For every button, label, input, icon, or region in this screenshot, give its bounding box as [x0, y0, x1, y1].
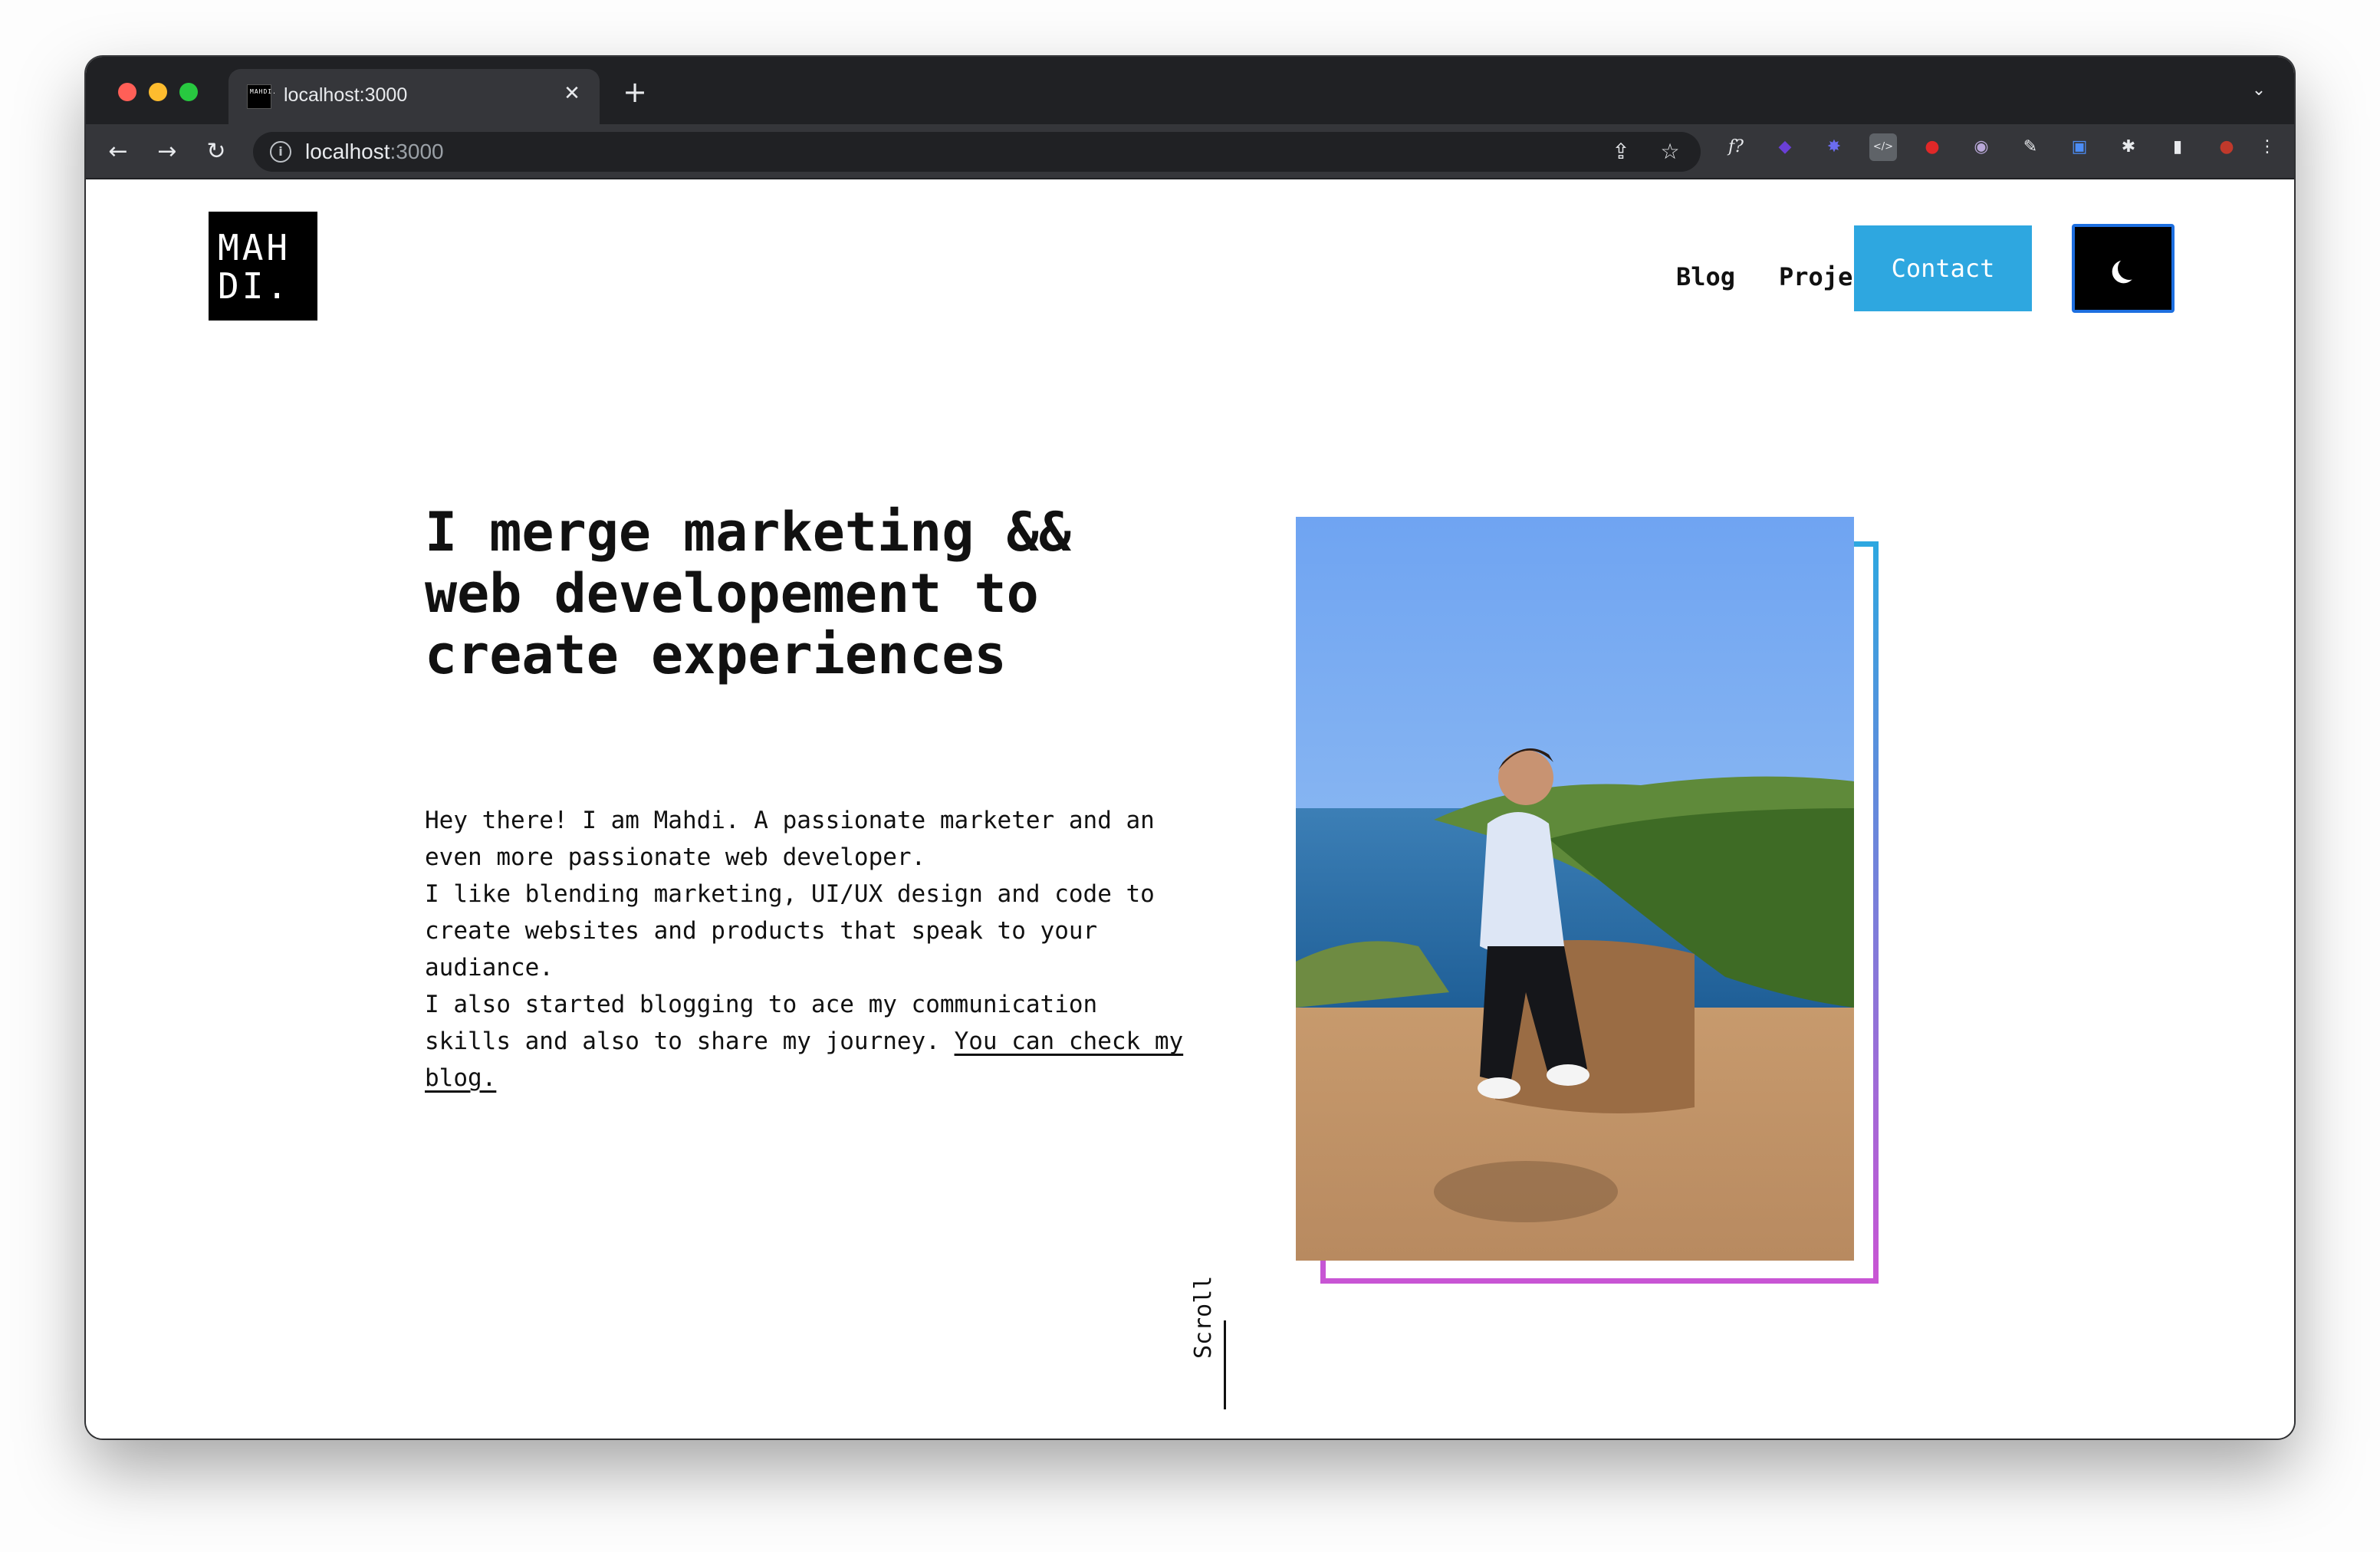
nav-blog-link[interactable]: Blog — [1676, 262, 1735, 291]
tab-search-icon[interactable]: ⌄ — [2245, 77, 2273, 104]
hero-title: I merge marketing && web developement to… — [425, 501, 1071, 686]
reload-button[interactable]: ↻ — [199, 135, 233, 169]
back-button[interactable]: ← — [101, 135, 135, 169]
eyedropper-icon[interactable]: ✎ — [2017, 133, 2044, 161]
browser-window: MAHDI. localhost:3000 ✕ + ⌄ ← → ↻ i loca… — [86, 57, 2294, 1439]
kebab-menu-icon[interactable]: ⋮ — [2256, 133, 2279, 161]
circle-ext-icon[interactable]: ◉ — [1967, 133, 1995, 161]
new-tab-button[interactable]: + — [618, 75, 652, 109]
profile-photo — [1296, 517, 1854, 1261]
forward-button[interactable]: → — [150, 135, 184, 169]
favicon-icon: MAHDI. — [247, 84, 276, 109]
site-info-icon[interactable]: i — [270, 141, 291, 163]
scroll-line — [1224, 1320, 1226, 1409]
hero-intro: Hey there! I am Mahdi. A passionate mark… — [425, 802, 1192, 1097]
tab-strip: MAHDI. localhost:3000 ✕ + ⌄ — [86, 57, 2294, 124]
red-ext-icon[interactable]: ● — [1918, 133, 1946, 161]
close-window-button[interactable] — [118, 83, 136, 101]
intro-paragraph-1: Hey there! I am Mahdi. A passionate mark… — [425, 807, 1155, 871]
tab-close-icon[interactable]: ✕ — [560, 81, 584, 106]
address-bar[interactable]: i localhost:3000 ⇪ ☆ — [253, 132, 1701, 172]
purple-ext-icon[interactable]: ◆ — [1771, 133, 1799, 161]
browser-toolbar: ← → ↻ i localhost:3000 ⇪ ☆ f? ◆ ✸ </> ● … — [86, 124, 2294, 179]
tab-localhost[interactable]: MAHDI. localhost:3000 ✕ — [228, 69, 600, 124]
scroll-label: Scroll — [1190, 1275, 1217, 1359]
share-icon[interactable]: ⇪ — [1607, 138, 1635, 166]
puzzle-icon[interactable]: ✱ — [2115, 133, 2142, 161]
maximize-window-button[interactable] — [179, 83, 198, 101]
contact-button[interactable]: Contact — [1854, 225, 2032, 311]
blue-ext-icon[interactable]: ▣ — [2066, 133, 2093, 161]
profile-photo-image — [1296, 517, 1854, 1261]
tab-title: localhost:3000 — [284, 84, 408, 106]
moon-icon — [2116, 255, 2143, 282]
sidepanel-icon[interactable]: ▮ — [2164, 133, 2191, 161]
site-logo[interactable]: MAH DI. — [209, 212, 317, 321]
minimize-window-button[interactable] — [149, 83, 167, 101]
scroll-indicator[interactable]: Scroll — [1179, 1276, 1271, 1412]
url-port: :3000 — [390, 140, 444, 163]
profile-avatar[interactable]: ● — [2213, 133, 2240, 161]
code-ext-icon[interactable]: </> — [1869, 133, 1897, 161]
desktop-background: MAHDI. localhost:3000 ✕ + ⌄ ← → ↻ i loca… — [0, 0, 2380, 1552]
url-text[interactable]: localhost:3000 — [305, 140, 444, 164]
intro-paragraph-2: I like blending marketing, UI/UX design … — [425, 880, 1155, 982]
page-viewport: MAH DI. Blog Projects Contact I merge ma… — [86, 179, 2294, 1439]
intro-paragraph-3: I also started blogging to ace my commun… — [425, 986, 1192, 1097]
gear-ext-icon[interactable]: ✸ — [1820, 133, 1848, 161]
dark-mode-toggle[interactable] — [2072, 224, 2175, 313]
f-icon[interactable]: f? — [1722, 133, 1750, 161]
logo-line-2: DI. — [218, 265, 291, 307]
logo-line-1: MAH — [218, 227, 291, 268]
bookmark-star-icon[interactable]: ☆ — [1656, 138, 1684, 166]
url-host: localhost — [305, 140, 390, 163]
